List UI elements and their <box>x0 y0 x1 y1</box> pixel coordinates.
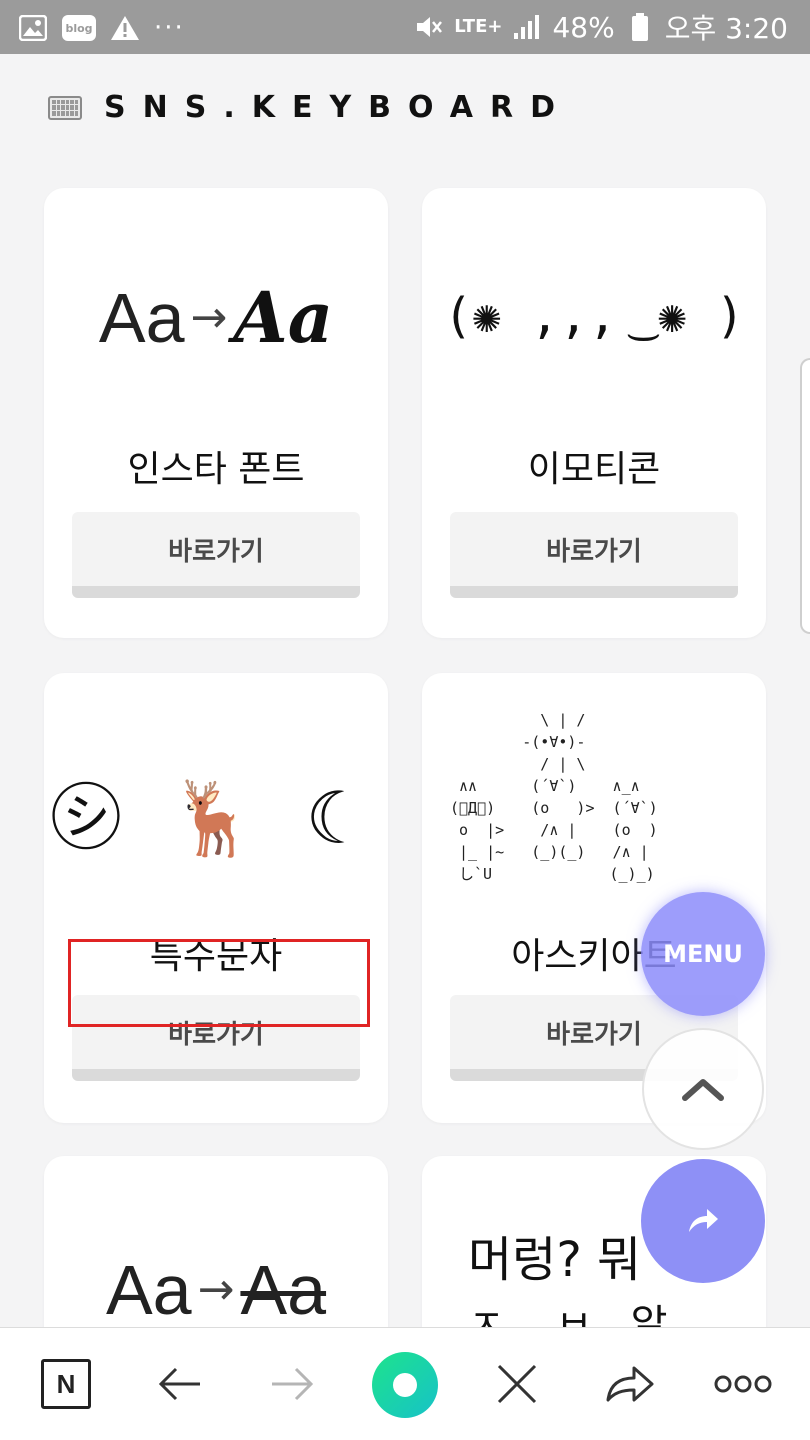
text-art-line-2: ㅈ... ㅂ...알... <box>468 1302 706 1327</box>
site-header: SNS.KEYBOARD <box>48 90 572 125</box>
share-page-button[interactable] <box>602 1356 658 1412</box>
close-icon <box>497 1364 537 1404</box>
back-button[interactable] <box>152 1356 208 1412</box>
naver-logo-icon: N <box>41 1359 91 1409</box>
card-special-chars: ㋛ 🦌 ☾ 특수문자 바로가기 <box>44 673 388 1123</box>
go-button-emoticon[interactable]: 바로가기 <box>450 512 738 598</box>
go-button-insta-font[interactable]: 바로가기 <box>72 512 360 598</box>
chevron-up-icon <box>682 1079 724 1101</box>
arrow-left-icon <box>158 1367 200 1401</box>
text-art-line-1: 머렁? 뭐 <box>468 1232 642 1288</box>
scroll-top-button[interactable] <box>642 1028 764 1150</box>
special-chars-preview: ㋛ 🦌 ☾ <box>50 776 382 860</box>
clock: 오후 3:20 <box>664 12 788 45</box>
forward-button[interactable] <box>264 1356 320 1412</box>
browser-toolbar: N <box>0 1327 810 1440</box>
font-preview-plain: Aa <box>98 279 185 357</box>
green-dot-icon <box>393 1373 417 1397</box>
network-type: LTE+ <box>454 16 503 37</box>
emoticon-preview: (✺ ,,, ͜ ✺ ) <box>443 288 745 344</box>
go-button-special-chars[interactable]: 바로가기 <box>72 995 360 1081</box>
side-panel-handle[interactable] <box>800 358 810 634</box>
keyboard-icon <box>48 95 82 120</box>
share-button[interactable] <box>641 1159 765 1283</box>
more-notifications-icon: ··· <box>154 13 185 43</box>
more-options-button[interactable] <box>713 1356 773 1412</box>
strike-preview-plain: Aa <box>105 1251 192 1327</box>
gallery-icon <box>18 14 48 42</box>
arrow-right-icon: → <box>190 292 228 343</box>
font-preview-fancy: Aa <box>233 276 334 359</box>
more-dots-icon <box>714 1375 772 1393</box>
menu-button[interactable]: MENU <box>641 892 765 1016</box>
status-bar: blog ··· LTE+ 48% 오후 3:20 <box>0 0 810 54</box>
site-title: SNS.KEYBOARD <box>104 90 572 125</box>
battery-icon <box>625 13 655 41</box>
menu-label: MENU <box>663 940 743 968</box>
arrow-right-icon <box>272 1367 314 1401</box>
naver-home-button[interactable]: N <box>38 1356 94 1412</box>
card-title: 이모티콘 <box>527 449 661 490</box>
blog-notification-icon: blog <box>62 15 96 41</box>
card-title: 특수문자 <box>149 936 283 977</box>
arrow-right-icon: → <box>197 1264 235 1315</box>
card-strike-font: Aa →Aa <box>44 1156 388 1327</box>
ascii-art-preview: \ | / -(•∀•)- / | \ ∧∧ (´∀`) ∧_∧ (゚Д゚) (… <box>450 711 658 883</box>
strike-font-preview: Aa →Aa <box>44 1250 388 1327</box>
card-emoticon: (✺ ,,, ͜ ✺ ) 이모티콘 바로가기 <box>422 188 766 638</box>
font-preview: Aa →Aa <box>44 276 388 359</box>
signal-icon <box>512 13 542 41</box>
card-title: 인스타 폰트 <box>127 449 305 490</box>
mute-icon <box>414 13 444 41</box>
warning-icon <box>110 14 140 42</box>
close-button[interactable] <box>489 1356 545 1412</box>
card-insta-font: Aa →Aa 인스타 폰트 바로가기 <box>44 188 388 638</box>
green-dot-button[interactable] <box>372 1352 438 1418</box>
strike-preview-struck: Aa <box>240 1251 327 1327</box>
share-icon <box>689 1209 718 1232</box>
battery-percent: 48% <box>552 10 615 44</box>
share-arrow-icon <box>606 1366 654 1402</box>
